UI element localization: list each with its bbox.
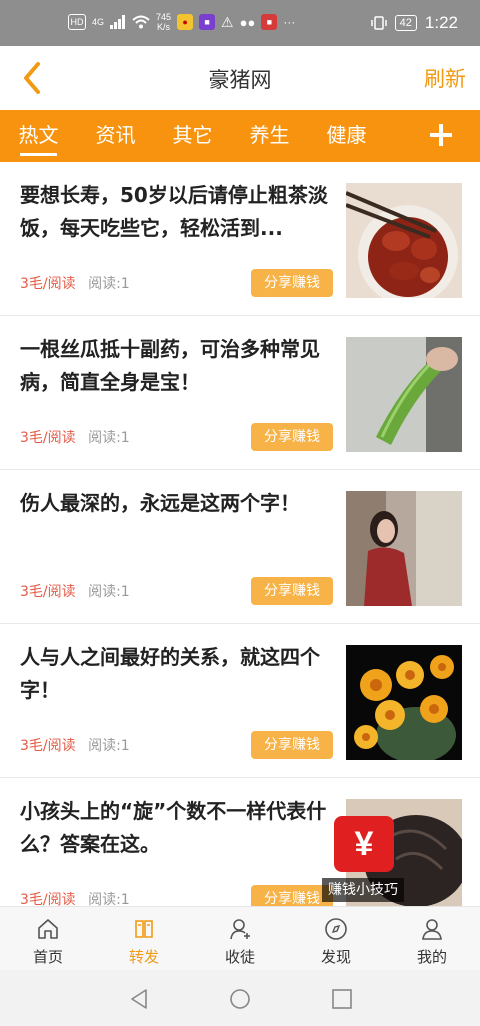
app-notification-icon-2: ■ — [199, 14, 216, 30]
article-item[interactable]: 人与人之间最好的关系，就这四个字！ 3毛/阅读 阅读:1 分享赚钱 — [0, 624, 480, 778]
tab-hot[interactable]: 热文 — [0, 110, 77, 162]
app-notification-icon-3: ■ — [261, 14, 278, 30]
home-icon — [38, 919, 58, 939]
share-earn-button[interactable]: 分享赚钱 — [251, 577, 333, 605]
tab-news[interactable]: 资讯 — [77, 110, 154, 162]
read-count: 阅读:1 — [88, 892, 130, 906]
app-notification-icon: ● — [177, 14, 194, 30]
nav-recruit[interactable]: 收徒 — [192, 907, 288, 971]
nav-label: 转发 — [128, 948, 159, 966]
compass-icon — [325, 918, 347, 940]
share-earn-button[interactable]: 分享赚钱 — [251, 423, 333, 451]
article-title[interactable]: 人与人之间最好的关系，就这四个字！ — [20, 641, 334, 707]
book-icon — [135, 920, 153, 938]
network-label: 4G — [92, 17, 105, 27]
article-title[interactable]: 一根丝瓜抵十副药，可治多种常见病，简直全身是宝！ — [20, 333, 334, 399]
article-meta: 3毛/阅读 阅读:1 — [20, 273, 130, 293]
article-meta: 3毛/阅读 阅读:1 — [20, 735, 130, 755]
share-earn-button[interactable]: 分享赚钱 — [251, 731, 333, 759]
reward-rate: 3毛/阅读 — [20, 430, 76, 446]
tab-other[interactable]: 其它 — [154, 110, 231, 162]
nav-me[interactable]: 我的 — [384, 907, 480, 971]
nav-discover[interactable]: 发现 — [288, 907, 384, 971]
signal-icon — [110, 15, 126, 29]
tab-health[interactable]: 健康 — [308, 110, 385, 162]
nav-label: 收徒 — [224, 948, 255, 966]
article-title[interactable]: 要想长寿，50岁以后请停止粗茶淡饭，每天吃些它，轻松活到... — [20, 179, 334, 245]
page-title: 豪猪网 — [208, 68, 272, 92]
reward-rate: 3毛/阅读 — [20, 584, 76, 600]
nav-label: 发现 — [320, 948, 351, 966]
article-title[interactable]: 小孩头上的“旋”个数不一样代表什么？答案在这。 — [20, 795, 334, 861]
wechat-icon: ●● — [239, 14, 256, 30]
article-meta: 3毛/阅读 阅读:1 — [20, 427, 130, 447]
category-tabs: 热文 资讯 其它 养生 健康 — [0, 110, 480, 162]
app-header: 豪猪网 刷新 — [0, 46, 480, 110]
read-count: 阅读:1 — [88, 276, 130, 292]
reward-rate: 3毛/阅读 — [20, 892, 76, 906]
article-meta: 3毛/阅读 阅读:1 — [20, 581, 130, 601]
clock: 1:22 — [424, 13, 458, 32]
status-right: 42 1:22 — [370, 13, 458, 33]
status-left: HD 4G 745 K/s ● ■ ⚠ ●● ■ ··· — [68, 12, 295, 32]
system-home-icon[interactable] — [229, 988, 251, 1010]
reward-rate: 3毛/阅读 — [20, 738, 76, 754]
add-tab-icon[interactable] — [426, 120, 456, 150]
nav-home[interactable]: 首页 — [0, 907, 96, 971]
user-icon — [422, 919, 442, 940]
tab-wellness[interactable]: 养生 — [231, 110, 308, 162]
add-user-icon — [230, 919, 250, 940]
article-thumbnail[interactable] — [346, 645, 462, 760]
refresh-button[interactable]: 刷新 — [424, 63, 466, 93]
reward-rate: 3毛/阅读 — [20, 276, 76, 292]
vibrate-icon — [370, 16, 387, 30]
article-item[interactable]: 伤人最深的，永远是这两个字！ 3毛/阅读 阅读:1 分享赚钱 — [0, 470, 480, 624]
battery-icon: 42 — [394, 15, 417, 31]
system-navigation-bar — [0, 970, 480, 1026]
warning-icon: ⚠ — [221, 13, 234, 30]
article-thumbnail[interactable] — [346, 337, 462, 452]
bottom-navigation: 首页 转发 收徒 发现 我的 — [0, 906, 480, 971]
nav-label: 我的 — [416, 948, 447, 966]
more-notifications-icon: ··· — [283, 15, 296, 29]
hd-icon: HD — [68, 14, 86, 30]
earning-tips-overlay[interactable]: ¥ 赚钱小技巧 — [322, 806, 404, 906]
nav-forward[interactable]: 转发 — [96, 907, 192, 971]
system-back-icon[interactable] — [128, 988, 150, 1010]
yuan-logo-icon: ¥ — [334, 816, 394, 872]
status-bar: HD 4G 745 K/s ● ■ ⚠ ●● ■ ··· 42 1:22 — [0, 0, 480, 46]
article-item[interactable]: 小孩头上的“旋”个数不一样代表什么？答案在这。 3毛/阅读 阅读:1 分享赚钱 — [0, 778, 480, 906]
article-thumbnail[interactable] — [346, 183, 462, 298]
article-title[interactable]: 伤人最深的，永远是这两个字！ — [20, 487, 334, 520]
earning-tips-label: 赚钱小技巧 — [322, 878, 404, 902]
share-earn-button[interactable]: 分享赚钱 — [251, 269, 333, 297]
article-item[interactable]: 要想长寿，50岁以后请停止粗茶淡饭，每天吃些它，轻松活到... 3毛/阅读 阅读… — [0, 162, 480, 316]
read-count: 阅读:1 — [88, 584, 130, 600]
system-recents-icon[interactable] — [331, 988, 353, 1010]
network-speed: 745 K/s — [156, 12, 172, 32]
wifi-icon — [132, 15, 150, 29]
article-thumbnail[interactable] — [346, 491, 462, 606]
share-earn-button[interactable]: 分享赚钱 — [251, 885, 333, 906]
article-meta: 3毛/阅读 阅读:1 — [20, 889, 130, 906]
article-item[interactable]: 一根丝瓜抵十副药，可治多种常见病，简直全身是宝！ 3毛/阅读 阅读:1 分享赚钱 — [0, 316, 480, 470]
article-feed: 要想长寿，50岁以后请停止粗茶淡饭，每天吃些它，轻松活到... 3毛/阅读 阅读… — [0, 162, 480, 906]
read-count: 阅读:1 — [88, 738, 130, 754]
read-count: 阅读:1 — [88, 430, 130, 446]
nav-label: 首页 — [32, 948, 63, 966]
